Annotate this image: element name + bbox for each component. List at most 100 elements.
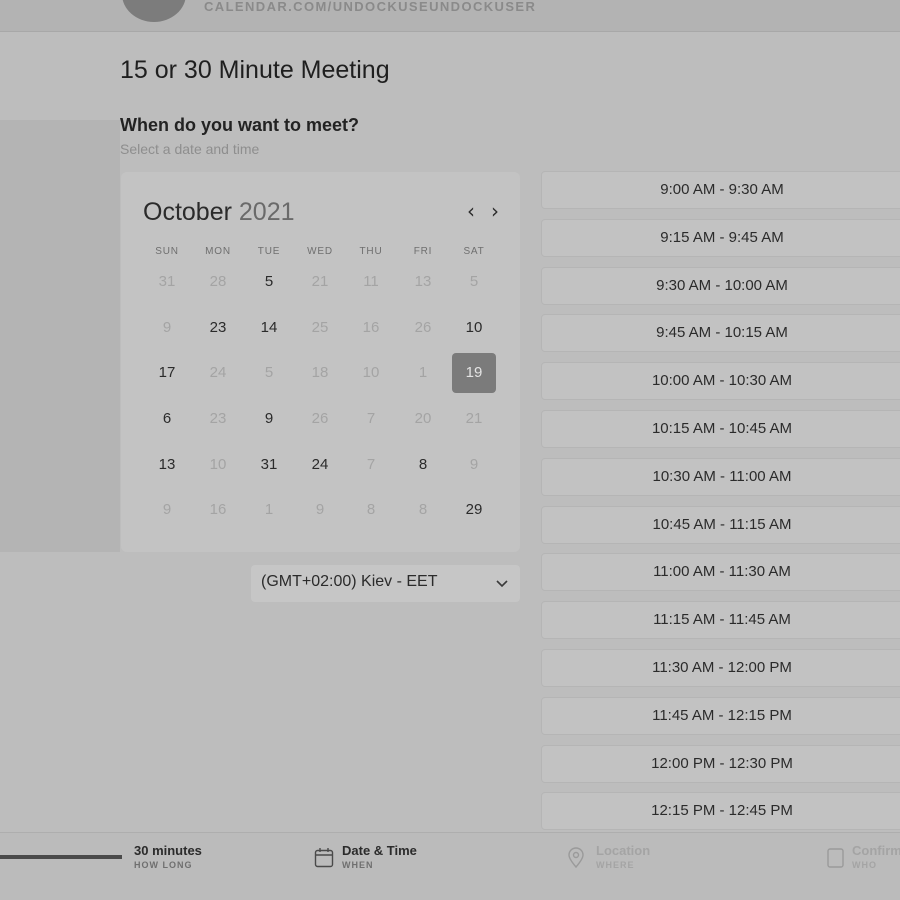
day-cell: 25 bbox=[311, 319, 329, 336]
day-cell[interactable]: 31 bbox=[247, 445, 291, 485]
day-cell: 10 bbox=[209, 456, 227, 473]
page-title: 15 or 30 Minute Meeting bbox=[120, 56, 390, 84]
chevron-left-icon[interactable]: ‹ bbox=[461, 200, 481, 222]
day-cell[interactable]: 14 bbox=[247, 308, 291, 348]
day-cell: 7 bbox=[366, 410, 376, 427]
time-slot-button[interactable]: 12:15 PM - 12:45 PM bbox=[541, 792, 900, 831]
day-cell[interactable]: 23 bbox=[196, 308, 240, 348]
time-slot-button[interactable]: 9:00 AM - 9:30 AM bbox=[541, 171, 900, 209]
day-cell[interactable]: 8 bbox=[401, 445, 445, 485]
weekday-label: WED bbox=[307, 246, 333, 257]
time-slot-button[interactable]: 9:45 AM - 10:15 AM bbox=[541, 314, 900, 353]
time-slot-label: 9:45 AM - 10:15 AM bbox=[656, 324, 788, 342]
month-name: October bbox=[143, 198, 232, 226]
day-cell: 10 bbox=[362, 364, 380, 381]
day-cell[interactable]: 10 bbox=[452, 308, 496, 348]
time-slot-label: 11:30 AM - 12:00 PM bbox=[652, 659, 792, 676]
day-cell: 8 bbox=[418, 501, 428, 518]
step-datetime[interactable]: Date & Time WHEN bbox=[342, 843, 417, 870]
time-slot-button[interactable]: 10:00 AM - 10:30 AM bbox=[541, 362, 900, 401]
map-pin-icon bbox=[568, 847, 584, 869]
weekday-label: MON bbox=[205, 246, 231, 257]
time-slot-label: 10:00 AM - 10:30 AM bbox=[651, 372, 793, 390]
step-subtitle: WHO bbox=[852, 860, 877, 870]
time-slot-button[interactable]: 11:00 AM - 11:30 AM bbox=[541, 553, 900, 592]
time-slot-label: 12:15 PM - 12:45 PM bbox=[651, 802, 793, 820]
month-title: October 2021 bbox=[143, 198, 295, 227]
day-cell: 1 bbox=[418, 364, 428, 381]
time-slot-label: 10:45 AM - 11:15 AM bbox=[652, 515, 792, 533]
time-slot-button[interactable]: 9:30 AM - 10:00 AM bbox=[541, 266, 900, 305]
calendar-icon bbox=[314, 848, 334, 868]
section-heading: When do you want to meet? bbox=[120, 115, 359, 135]
day-cell[interactable]: 9 bbox=[247, 399, 291, 439]
time-slot-button[interactable]: 12:00 PM - 12:30 PM bbox=[541, 744, 900, 783]
day-cell[interactable]: 29 bbox=[452, 490, 496, 530]
day-cell: 16 bbox=[362, 319, 380, 336]
chevron-down-icon bbox=[496, 580, 508, 588]
booking-steps: 30 minutes HOW LONG Date & Time WHEN Loc… bbox=[0, 832, 900, 900]
day-cell: 7 bbox=[366, 456, 376, 473]
step-confirm[interactable]: Confirm WHO bbox=[852, 843, 900, 870]
day-cell: 5 bbox=[264, 364, 274, 381]
time-slot-button[interactable]: 11:15 AM - 11:45 AM bbox=[541, 601, 900, 640]
step-duration[interactable]: 30 minutes HOW LONG bbox=[134, 843, 202, 870]
time-slot-label: 11:00 AM - 11:30 AM bbox=[653, 563, 791, 581]
weekday-label: FRI bbox=[413, 246, 433, 257]
time-slot-label: 11:45 AM - 12:15 PM bbox=[652, 706, 792, 724]
day-cell: 9 bbox=[162, 319, 172, 336]
step-location[interactable]: Location WHERE bbox=[596, 843, 650, 870]
day-cell: 21 bbox=[311, 273, 329, 290]
day-cell-selected[interactable]: 19 bbox=[452, 353, 496, 393]
year: 2021 bbox=[238, 198, 295, 226]
time-slot-button[interactable]: 10:15 AM - 10:45 AM bbox=[541, 410, 900, 448]
step-subtitle: WHEN bbox=[342, 860, 374, 870]
day-cell: 9 bbox=[315, 501, 325, 518]
day-cell[interactable]: 17 bbox=[145, 353, 189, 393]
timezone-select[interactable]: (GMT+02:00) Kiev - EET bbox=[251, 565, 520, 602]
section-subtitle: Select a date and time bbox=[120, 141, 260, 157]
step-subtitle: WHERE bbox=[596, 860, 635, 870]
day-cell: 16 bbox=[209, 501, 227, 518]
day-cell: 18 bbox=[311, 364, 329, 381]
day-cell: 13 bbox=[414, 273, 432, 290]
day-cell: 9 bbox=[469, 456, 479, 473]
time-slot-button[interactable]: 11:30 AM - 12:00 PM bbox=[541, 649, 900, 687]
time-slot-button[interactable]: 10:45 AM - 11:15 AM bbox=[541, 505, 900, 544]
day-cell: 28 bbox=[209, 273, 227, 290]
time-slot-button[interactable]: 11:45 AM - 12:15 PM bbox=[541, 696, 900, 735]
day-cell[interactable]: 6 bbox=[145, 399, 189, 439]
left-panel bbox=[0, 120, 120, 552]
day-cell: 20 bbox=[414, 410, 432, 427]
day-cell: 9 bbox=[162, 501, 172, 518]
time-slot-button[interactable]: 10:30 AM - 11:00 AM bbox=[541, 457, 900, 496]
day-cell: 23 bbox=[209, 410, 227, 427]
day-cell: 21 bbox=[465, 410, 483, 427]
day-cell: 24 bbox=[209, 364, 227, 381]
time-slot-button[interactable]: 9:15 AM - 9:45 AM bbox=[541, 218, 900, 257]
time-slot-label: 9:30 AM - 10:00 AM bbox=[656, 276, 788, 294]
step-title: Confirm bbox=[852, 843, 900, 858]
top-bar: CALENDAR.COM/UNDOCKUSEUNDOCKUSER bbox=[0, 0, 900, 32]
day-cell[interactable]: 13 bbox=[145, 445, 189, 485]
day-cell: 26 bbox=[414, 319, 432, 336]
time-slot-label: 10:30 AM - 11:00 AM bbox=[652, 467, 792, 485]
day-cell: 8 bbox=[366, 501, 376, 518]
weekday-label: TUE bbox=[257, 246, 281, 257]
time-slot-label: 10:15 AM - 10:45 AM bbox=[651, 420, 793, 437]
step-title: Date & Time bbox=[342, 843, 417, 858]
day-cell[interactable]: 24 bbox=[298, 445, 342, 485]
weekday-label: THU bbox=[359, 246, 383, 257]
step-progress-bar bbox=[0, 855, 122, 859]
day-cell: 31 bbox=[158, 273, 176, 290]
step-title: 30 minutes bbox=[134, 843, 202, 858]
checklist-icon bbox=[827, 848, 844, 868]
chevron-right-icon[interactable]: › bbox=[485, 200, 505, 222]
time-slot-label: 12:00 PM - 12:30 PM bbox=[651, 754, 793, 772]
day-cell: 1 bbox=[264, 501, 274, 518]
time-slot-label: 11:15 AM - 11:45 AM bbox=[653, 611, 791, 629]
step-title: Location bbox=[596, 843, 651, 858]
time-slot-label: 9:00 AM - 9:30 AM bbox=[660, 181, 784, 198]
day-cell[interactable]: 5 bbox=[247, 262, 291, 302]
profile-url[interactable]: CALENDAR.COM/UNDOCKUSEUNDOCKUSER bbox=[204, 0, 536, 14]
